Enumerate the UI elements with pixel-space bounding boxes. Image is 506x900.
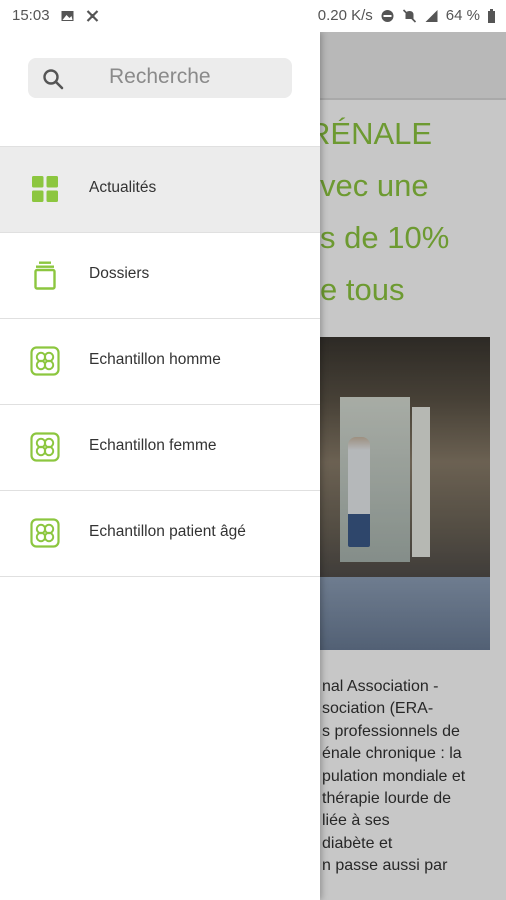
clover-icon bbox=[30, 432, 60, 462]
menu-item-label: Dossiers bbox=[89, 265, 150, 282]
navigation-drawer: Recherche Actualités Dossiers Echantillo… bbox=[0, 32, 320, 900]
status-bar: 15:03 0.20 K/s 64 % bbox=[0, 0, 506, 32]
search-field[interactable]: Recherche bbox=[28, 58, 292, 98]
menu-item-echantillon-homme[interactable]: Echantillon homme bbox=[0, 319, 320, 405]
grid-icon bbox=[32, 176, 58, 202]
muted-bell-icon bbox=[402, 8, 416, 23]
search-placeholder: Recherche bbox=[109, 65, 211, 88]
menu-item-label: Echantillon patient âgé bbox=[89, 523, 246, 540]
search-icon bbox=[43, 69, 64, 90]
jar-icon bbox=[34, 261, 56, 290]
menu-item-label: Echantillon femme bbox=[89, 437, 217, 454]
do-not-disturb-icon bbox=[381, 9, 394, 22]
battery-level: 64 % bbox=[445, 7, 480, 24]
menu-item-dossiers[interactable]: Dossiers bbox=[0, 233, 320, 319]
drawer-menu: Actualités Dossiers Echantillon homme Ec… bbox=[0, 146, 320, 577]
app-notification-icon bbox=[86, 9, 98, 22]
image-notification-icon bbox=[61, 10, 74, 21]
menu-item-label: Actualités bbox=[89, 179, 157, 196]
menu-item-label: Echantillon homme bbox=[89, 351, 221, 368]
status-time: 15:03 bbox=[12, 7, 50, 24]
menu-item-echantillon-femme[interactable]: Echantillon femme bbox=[0, 405, 320, 491]
menu-item-echantillon-patient-age[interactable]: Echantillon patient âgé bbox=[0, 491, 320, 577]
signal-icon bbox=[425, 9, 438, 22]
network-speed: 0.20 K/s bbox=[317, 7, 373, 24]
clover-icon bbox=[30, 346, 60, 376]
clover-icon bbox=[30, 518, 60, 548]
battery-icon bbox=[488, 8, 495, 23]
menu-item-actualites[interactable]: Actualités bbox=[0, 146, 320, 233]
